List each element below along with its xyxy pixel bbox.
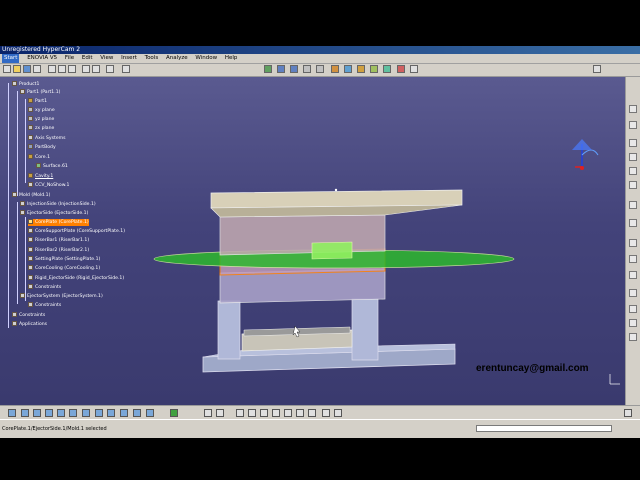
menu-tools[interactable]: Tools bbox=[145, 54, 159, 63]
swap-icon[interactable] bbox=[133, 409, 141, 417]
formula-icon[interactable] bbox=[204, 409, 212, 417]
hide-icon[interactable] bbox=[120, 409, 128, 417]
menu-window[interactable]: Window bbox=[195, 54, 217, 63]
sketch-icon[interactable] bbox=[629, 105, 637, 113]
rotate-icon[interactable] bbox=[290, 65, 298, 73]
whats-this-icon[interactable] bbox=[106, 65, 114, 73]
pan-icon[interactable] bbox=[277, 65, 285, 73]
render-style-icon[interactable] bbox=[357, 65, 365, 73]
power-input-field[interactable] bbox=[476, 425, 612, 432]
update-icon[interactable] bbox=[629, 319, 637, 327]
status-text: CorePlate.1/EjectorSide.1/Mold.1 selecte… bbox=[2, 426, 107, 432]
product-tool-icon[interactable] bbox=[629, 153, 637, 161]
print-icon[interactable] bbox=[33, 65, 41, 73]
pan-view-icon[interactable] bbox=[33, 409, 41, 417]
normal-view-icon[interactable] bbox=[331, 65, 339, 73]
hide-show-icon[interactable] bbox=[370, 65, 378, 73]
email-watermark: erentuncay@gmail.com bbox=[476, 363, 589, 374]
new-icon[interactable] bbox=[3, 65, 11, 73]
normal-view-tool-icon[interactable] bbox=[82, 409, 90, 417]
status-bar: CorePlate.1/EjectorSide.1/Mold.1 selecte… bbox=[0, 419, 640, 438]
contact-icon[interactable] bbox=[629, 271, 637, 279]
window-title-bar: Unregistered HyperCam 2 bbox=[0, 46, 640, 54]
angle-icon[interactable] bbox=[629, 305, 637, 313]
inertia-icon[interactable] bbox=[322, 409, 330, 417]
menu-bar: Start ENOVIA V5 File Edit View Insert To… bbox=[0, 54, 640, 64]
fit-all-in-icon[interactable] bbox=[21, 409, 29, 417]
part-tool-icon[interactable] bbox=[629, 167, 637, 175]
move-icon[interactable] bbox=[629, 201, 637, 209]
menu-help[interactable]: Help bbox=[225, 54, 238, 63]
undo-icon[interactable] bbox=[82, 65, 90, 73]
plane-tool-icon[interactable] bbox=[629, 121, 637, 129]
annotation-icon[interactable] bbox=[216, 409, 224, 417]
workbench-icon[interactable] bbox=[593, 65, 601, 73]
save-icon[interactable] bbox=[23, 65, 31, 73]
constraint-icon[interactable] bbox=[629, 239, 637, 247]
compass-widget[interactable] bbox=[572, 139, 599, 170]
fix-icon[interactable] bbox=[629, 255, 637, 263]
shading-icon[interactable] bbox=[107, 409, 115, 417]
menu-file[interactable]: File bbox=[65, 54, 74, 63]
swap-visible-icon[interactable] bbox=[383, 65, 391, 73]
mold-assembly-render[interactable] bbox=[0, 77, 625, 405]
analysis-icon[interactable] bbox=[410, 65, 418, 73]
table-icon[interactable] bbox=[248, 409, 256, 417]
law-icon[interactable] bbox=[260, 409, 268, 417]
cavity-plate bbox=[219, 214, 386, 256]
menu-start[interactable]: Start bbox=[2, 54, 20, 63]
component-tool-icon[interactable] bbox=[629, 139, 637, 147]
open-icon[interactable] bbox=[13, 65, 21, 73]
measure-item-icon[interactable] bbox=[308, 409, 316, 417]
molded-part bbox=[311, 241, 353, 260]
parameter-icon[interactable] bbox=[284, 409, 292, 417]
copy-icon[interactable] bbox=[58, 65, 66, 73]
stop-icon[interactable] bbox=[624, 409, 632, 417]
zoom-out-view-icon[interactable] bbox=[69, 409, 77, 417]
redo-icon[interactable] bbox=[92, 65, 100, 73]
wireframe-icon[interactable] bbox=[146, 409, 154, 417]
fly-mode-icon[interactable] bbox=[8, 409, 16, 417]
measure-between-icon[interactable] bbox=[296, 409, 304, 417]
window-title: Unregistered HyperCam 2 bbox=[2, 46, 81, 53]
top-toolbar bbox=[0, 64, 640, 77]
views-icon[interactable] bbox=[344, 65, 352, 73]
cut-icon[interactable] bbox=[48, 65, 56, 73]
zoom-in-icon[interactable] bbox=[303, 65, 311, 73]
bottom-toolbar bbox=[0, 405, 640, 420]
menu-insert[interactable]: Insert bbox=[121, 54, 137, 63]
rotate-view-icon[interactable] bbox=[45, 409, 53, 417]
zoom-out-icon[interactable] bbox=[316, 65, 324, 73]
existing-component-icon[interactable] bbox=[629, 181, 637, 189]
fit-all-icon[interactable] bbox=[264, 65, 272, 73]
axis-triad-icon bbox=[609, 374, 620, 385]
measure-icon[interactable] bbox=[629, 333, 637, 341]
menu-edit[interactable]: Edit bbox=[82, 54, 93, 63]
menu-enovia[interactable]: ENOVIA V5 bbox=[27, 54, 57, 63]
catalog-icon[interactable] bbox=[236, 409, 244, 417]
menu-analyze[interactable]: Analyze bbox=[166, 54, 188, 63]
section-icon[interactable] bbox=[334, 409, 342, 417]
riser-bar-left bbox=[217, 300, 241, 360]
zoom-in-view-icon[interactable] bbox=[57, 409, 65, 417]
update-all-icon[interactable] bbox=[170, 409, 178, 417]
catia-window: Unregistered HyperCam 2 Start ENOVIA V5 … bbox=[0, 46, 640, 438]
menu-view[interactable]: View bbox=[100, 54, 113, 63]
snap-icon[interactable] bbox=[629, 219, 637, 227]
design-table-icon[interactable] bbox=[272, 409, 280, 417]
material-icon[interactable] bbox=[397, 65, 405, 73]
3d-viewport[interactable]: Product1 Part1 (Part1.1) Part1 xy plane … bbox=[0, 77, 625, 405]
riser-bar-right bbox=[351, 298, 379, 361]
origin-marker bbox=[334, 188, 338, 192]
iso-view-icon[interactable] bbox=[95, 409, 103, 417]
offset-icon[interactable] bbox=[629, 289, 637, 297]
right-toolbar bbox=[625, 77, 640, 405]
help-icon[interactable] bbox=[122, 65, 130, 73]
paste-icon[interactable] bbox=[68, 65, 76, 73]
